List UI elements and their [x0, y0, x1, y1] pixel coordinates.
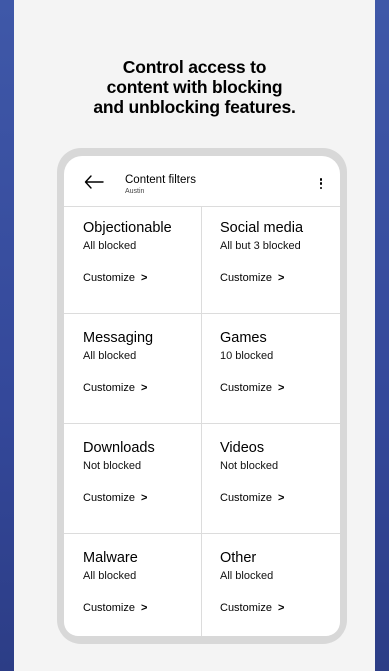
filter-status: All blocked — [83, 570, 137, 582]
customize-link[interactable]: Customize > — [83, 602, 147, 614]
customize-label: Customize — [83, 382, 135, 394]
screen-title: Content filters — [125, 174, 196, 186]
headline: Control access to content with blocking … — [14, 57, 375, 117]
headline-line-2: content with blocking — [106, 77, 283, 97]
customize-label: Customize — [220, 602, 272, 614]
filter-tile-malware: Malware All blocked Customize > — [83, 550, 213, 636]
customize-link[interactable]: Customize > — [83, 492, 147, 504]
filter-name: Downloads — [83, 440, 155, 456]
filter-name: Malware — [83, 550, 138, 566]
filter-status: All blocked — [83, 240, 137, 252]
filter-name: Games — [220, 330, 267, 346]
filter-name: Social media — [220, 220, 304, 236]
phone-screen: Content filters Austin Objectionable All… — [64, 156, 340, 636]
chevron-right-icon: > — [140, 382, 148, 394]
customize-label: Customize — [220, 382, 272, 394]
filter-tile-downloads: Downloads Not blocked Customize > — [83, 440, 213, 548]
filter-status: All blocked — [83, 350, 137, 362]
filter-status: All but 3 blocked — [220, 240, 301, 252]
filter-tile-objectionable: Objectionable All blocked Customize > — [83, 220, 213, 328]
phone-frame: Content filters Austin Objectionable All… — [57, 148, 347, 644]
promo-card: Control access to content with blocking … — [14, 0, 375, 671]
filter-name: Messaging — [83, 330, 154, 346]
chevron-right-icon: > — [140, 492, 148, 504]
customize-link[interactable]: Customize > — [220, 602, 284, 614]
filter-status: All blocked — [220, 570, 274, 582]
more-vertical-icon[interactable] — [318, 178, 324, 192]
divider — [64, 206, 340, 207]
arrow-left-icon[interactable] — [84, 175, 104, 189]
customize-label: Customize — [220, 492, 272, 504]
headline-line-1: Control access to — [122, 57, 267, 77]
customize-label: Customize — [220, 272, 272, 284]
filter-status: Not blocked — [83, 460, 142, 472]
chevron-right-icon: > — [140, 602, 148, 614]
chevron-right-icon: > — [277, 492, 285, 504]
filter-name: Other — [220, 550, 257, 566]
chevron-right-icon: > — [140, 272, 148, 284]
chevron-right-icon: > — [277, 602, 285, 614]
headline-line-3: and unblocking features. — [93, 97, 296, 117]
customize-label: Customize — [83, 492, 135, 504]
customize-label: Customize — [83, 272, 135, 284]
filter-tile-social-media: Social media All but 3 blocked Customize… — [220, 220, 340, 328]
filter-status: Not blocked — [220, 460, 279, 472]
customize-link[interactable]: Customize > — [220, 492, 284, 504]
chevron-right-icon: > — [277, 272, 285, 284]
filter-name: Objectionable — [83, 220, 172, 236]
customize-label: Customize — [83, 602, 135, 614]
customize-link[interactable]: Customize > — [220, 272, 284, 284]
filter-status: 10 blocked — [220, 350, 274, 362]
customize-link[interactable]: Customize > — [83, 382, 147, 394]
customize-link[interactable]: Customize > — [83, 272, 147, 284]
chevron-right-icon: > — [277, 382, 285, 394]
filter-tile-other: Other All blocked Customize > — [220, 550, 340, 636]
filter-tile-videos: Videos Not blocked Customize > — [220, 440, 340, 548]
customize-link[interactable]: Customize > — [220, 382, 284, 394]
filter-name: Videos — [220, 440, 265, 456]
app-bar: Content filters Austin — [64, 156, 340, 200]
filter-tile-messaging: Messaging All blocked Customize > — [83, 330, 213, 438]
screen-subtitle: Austin — [125, 188, 145, 195]
filter-tile-games: Games 10 blocked Customize > — [220, 330, 340, 438]
